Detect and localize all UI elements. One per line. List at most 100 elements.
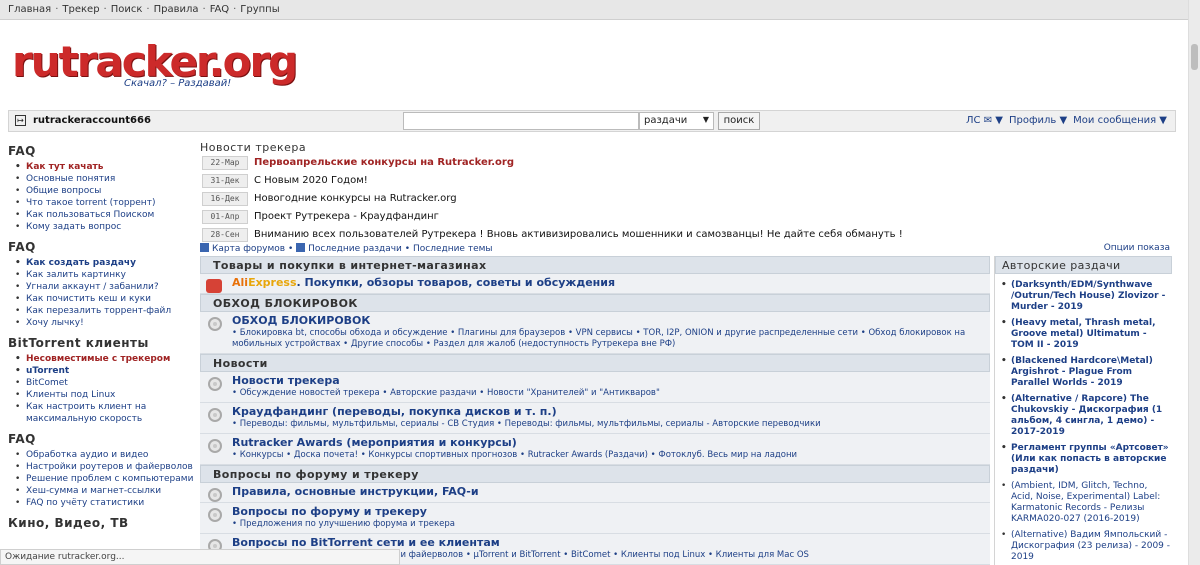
news-list: 22-Мар Первоапрельские конкурсы на Rutrac…: [200, 155, 980, 244]
sidebar-link[interactable]: Как залить картинку: [8, 269, 194, 281]
sidebar-section: FAQ Как создать раздачуКак залить картинк…: [8, 240, 194, 329]
news-item: 28-Сен Вниманию всех пользователей Рутрек…: [200, 227, 980, 244]
forum-title[interactable]: Краудфандинг (переводы, покупка дисков и…: [232, 405, 984, 419]
forum-row: Вопросы по форуму и трекеру • Предложения…: [200, 503, 990, 534]
user-bar: ↦ rutrackeraccount666 раздачи ▼ поиск ЛС …: [8, 110, 1176, 132]
author-release-link[interactable]: (Heavy metal, Thrash metal, Groove metal…: [997, 318, 1172, 351]
forum-row: Правила, основные инструкции, FAQ-и: [200, 483, 990, 503]
site-logo[interactable]: rutracker.org Скачал? – Раздавай!: [12, 40, 298, 94]
search-button[interactable]: поиск: [718, 112, 760, 130]
sidebar-link-list: Обработка аудио и видеоНастройки роутеро…: [8, 449, 194, 509]
author-release-link[interactable]: (Ambient, IDM, Glitch, Techno, Acid, Noi…: [997, 481, 1172, 525]
scrollbar-thumb[interactable]: [1191, 44, 1198, 70]
category-header[interactable]: Вопросы по форуму и трекеру: [200, 465, 990, 483]
forum-categories: Товары и покупки в интернет-магазинах Ali…: [200, 256, 990, 565]
subforum-links[interactable]: • Блокировка bt, способы обхода и обсужд…: [232, 328, 984, 350]
user-menu-item[interactable]: ЛС ✉ ▼: [966, 115, 1003, 126]
sidebar-link[interactable]: Клиенты под Linux: [8, 389, 194, 401]
news-link[interactable]: Новогодние конкурсы на Rutracker.org: [254, 193, 457, 204]
forum-title[interactable]: AliExpress. Покупки, обзоры товаров, сов…: [232, 276, 984, 290]
news-link[interactable]: Проект Рутрекера - Краудфандинг: [254, 211, 439, 222]
subforum-links[interactable]: • Предложения по улучшению форума и трек…: [232, 519, 984, 530]
forum-links-bar: Карта форумов • Последние раздачи • Посл…: [200, 243, 1170, 255]
sidebar-section-title: FAQ: [8, 240, 36, 254]
sidebar-link[interactable]: Обработка аудио и видео: [8, 449, 194, 461]
chevron-down-icon: ▼: [702, 115, 709, 124]
author-release-link[interactable]: (Alternative / Rapcore) The Chukovskiy -…: [997, 394, 1172, 438]
forum-title[interactable]: Новости трекера: [232, 374, 984, 388]
topnav-link[interactable]: Трекер: [62, 4, 99, 15]
rss-icon: [296, 243, 306, 252]
sidebar-section-title: Кино, Видео, ТВ: [8, 516, 129, 530]
news-link[interactable]: С Новым 2020 Годом!: [254, 175, 368, 186]
forum-status-icon: [208, 508, 222, 522]
news-item: 22-Мар Первоапрельские конкурсы на Rutrac…: [200, 155, 980, 172]
sidebar-section-title: FAQ: [8, 432, 36, 446]
forum-title[interactable]: Правила, основные инструкции, FAQ-и: [232, 485, 984, 499]
nav-separator: ·: [146, 4, 150, 15]
sidebar-link[interactable]: Кому задать вопрос: [8, 221, 194, 233]
sidebar-section-title: BitTorrent клиенты: [8, 336, 149, 350]
search-input[interactable]: [403, 112, 639, 130]
forum-status-icon: [208, 488, 222, 502]
forum-title[interactable]: ОБХОД БЛОКИРОВОК: [232, 314, 984, 328]
news-title: Новости трекера: [200, 141, 307, 154]
sidebar-link[interactable]: uTorrent: [8, 365, 194, 377]
user-menu-item[interactable]: Мои сообщения ▼: [1073, 115, 1167, 126]
author-release-link[interactable]: (Blackened Hardcore\Metal) Argishrot - P…: [997, 356, 1172, 389]
username-link[interactable]: rutrackeraccount666: [33, 115, 151, 126]
author-release-link[interactable]: (Darksynth/EDM/Synthwave /Outrun/Tech Ho…: [997, 280, 1172, 313]
sidebar-link[interactable]: Хеш-сумма и магнет-ссылки: [8, 485, 194, 497]
sidebar-link[interactable]: FAQ по учёту статистики: [8, 497, 194, 509]
subforum-links[interactable]: • Обсуждение новостей трекера • Авторски…: [232, 388, 984, 399]
topnav-link[interactable]: FAQ: [210, 4, 229, 15]
topnav-link[interactable]: Поиск: [111, 4, 143, 15]
author-releases-list: (Darksynth/EDM/Synthwave /Outrun/Tech Ho…: [995, 274, 1172, 563]
sidebar-link[interactable]: Решение проблем с компьютерами: [8, 473, 194, 485]
scrollbar[interactable]: [1188, 0, 1200, 565]
subforum-links[interactable]: • Переводы: фильмы, мультфильмы, сериалы…: [232, 419, 984, 430]
login-icon[interactable]: ↦: [15, 115, 26, 126]
logo-slogan: Скачал? – Раздавай!: [124, 78, 232, 89]
forum-title[interactable]: Вопросы по BitTorrent сети и ее клиентам: [232, 536, 984, 550]
sidebar-link[interactable]: Как почистить кеш и куки: [8, 293, 194, 305]
forum-title[interactable]: Вопросы по форуму и трекеру: [232, 505, 984, 519]
user-menu-item[interactable]: Профиль ▼: [1009, 115, 1067, 126]
search-scope-select[interactable]: раздачи ▼: [639, 112, 714, 130]
category-header[interactable]: ОБХОД БЛОКИРОВОК: [200, 294, 990, 312]
sidebar-link[interactable]: Как пользоваться Поиском: [8, 209, 194, 221]
sidebar-link[interactable]: Основные понятия: [8, 173, 194, 185]
forum-title[interactable]: Rutracker Awards (мероприятия и конкурсы…: [232, 436, 984, 450]
sidebar-link[interactable]: Несовместимые с трекером: [8, 353, 194, 365]
sidebar-link[interactable]: Как тут качать: [8, 161, 194, 173]
author-release-link[interactable]: Регламент группы «Артсовет» (Или как поп…: [997, 443, 1172, 476]
sidebar-link[interactable]: BitComet: [8, 377, 194, 389]
news-link[interactable]: Первоапрельские конкурсы на Rutracker.or…: [254, 157, 514, 168]
topnav-link[interactable]: Правила: [154, 4, 199, 15]
latest-releases-link[interactable]: Последние раздачи: [308, 244, 402, 254]
nav-separator: ·: [103, 4, 107, 15]
sidebar-link[interactable]: Как создать раздачу: [8, 257, 194, 269]
subforum-links[interactable]: • Конкурсы • Доска почета! • Конкурсы сп…: [232, 450, 984, 461]
sidebar-link[interactable]: Что такое torrent (торрент): [8, 197, 194, 209]
news-item: 01-Апр Проект Рутрекера - Краудфандинг: [200, 209, 980, 226]
sidebar-section: FAQ Как тут качатьОсновные понятияОбщие в…: [8, 144, 194, 233]
sidebar-link[interactable]: Хочу лычку!: [8, 317, 194, 329]
topnav-link[interactable]: Главная: [8, 4, 51, 15]
topnav-link[interactable]: Группы: [240, 4, 279, 15]
display-options-link[interactable]: Опции показа: [1104, 243, 1170, 253]
forum-map-link[interactable]: Карта форумов: [212, 244, 285, 254]
category-header[interactable]: Товары и покупки в интернет-магазинах: [200, 256, 990, 274]
sidebar-link[interactable]: Настройки роутеров и файерволов: [8, 461, 194, 473]
sidebar-link[interactable]: Угнали аккаунт / забанили?: [8, 281, 194, 293]
category-header[interactable]: Новости: [200, 354, 990, 372]
sidebar-link[interactable]: Как настроить клиент на максимальную ско…: [8, 401, 194, 425]
author-release-link[interactable]: (Alternative) Вадим Ямпольский - Дискогр…: [997, 530, 1172, 563]
news-link[interactable]: Вниманию всех пользователей Рутрекера ! …: [254, 229, 903, 240]
latest-topics-link[interactable]: Последние темы: [413, 244, 493, 254]
browser-status-bar: Ожидание rutracker.org...: [0, 549, 400, 565]
sidebar-link-list: Как создать раздачуКак залить картинкуУг…: [8, 257, 194, 329]
sidebar-link[interactable]: Как перезалить торрент-файл: [8, 305, 194, 317]
sidebar-link[interactable]: Общие вопросы: [8, 185, 194, 197]
nav-separator: ·: [233, 4, 237, 15]
